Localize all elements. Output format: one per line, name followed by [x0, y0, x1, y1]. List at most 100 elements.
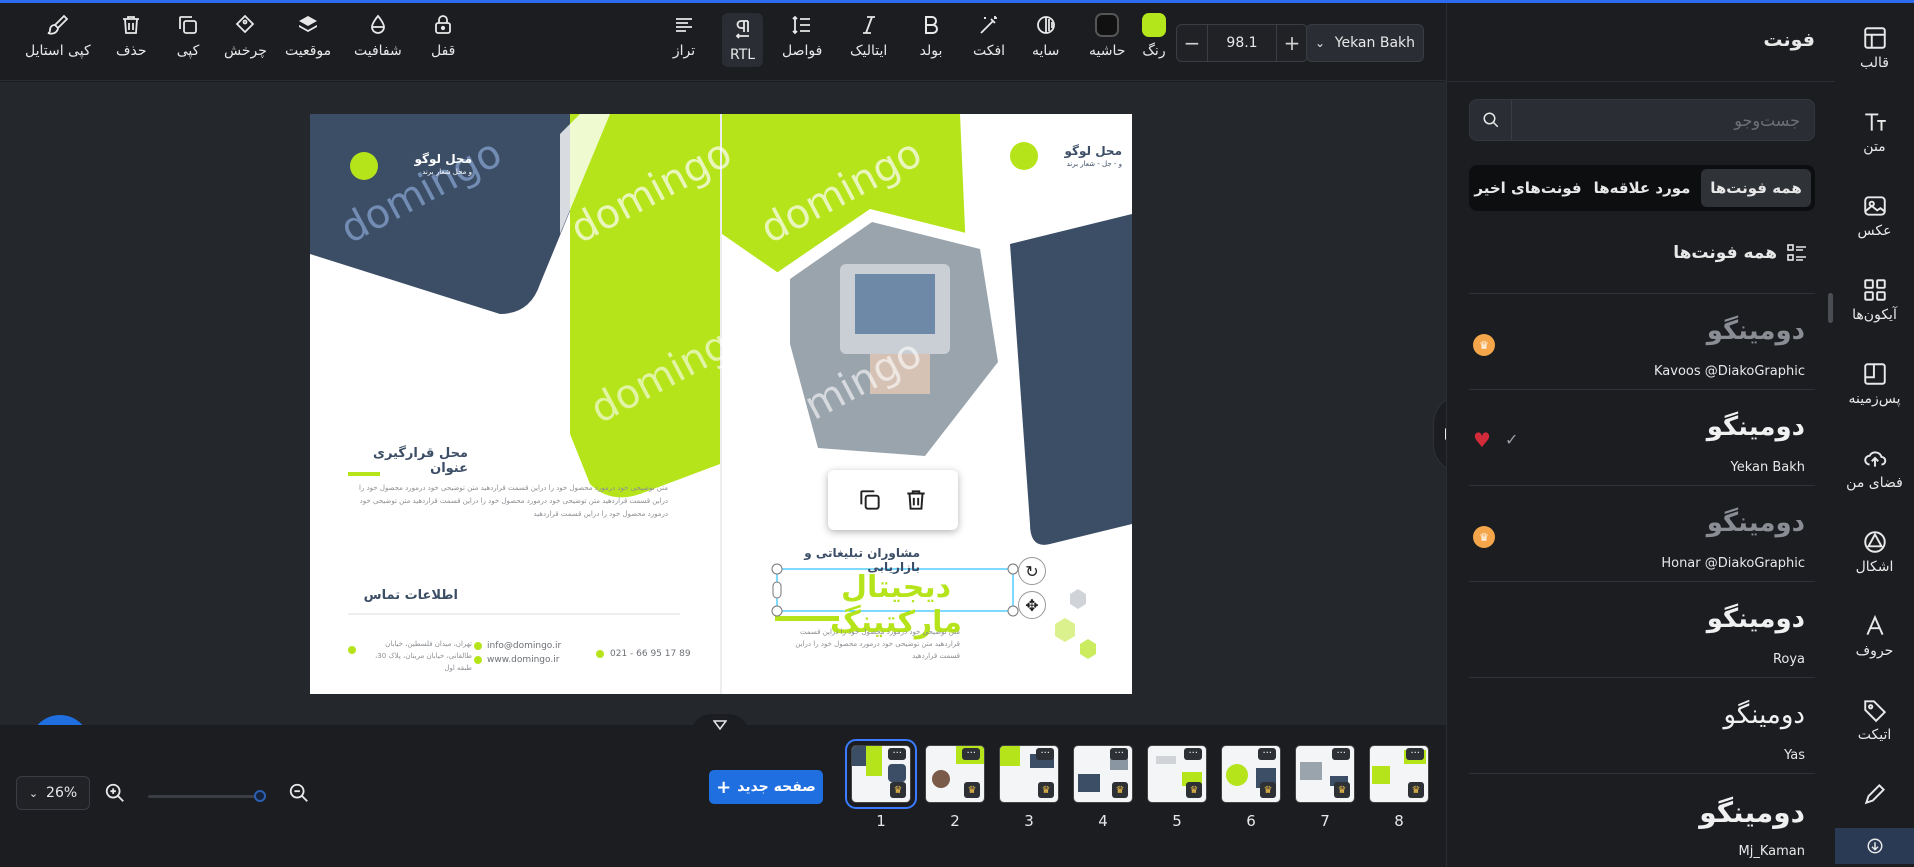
page-thumbnail[interactable]: ··· ♛ [845, 739, 917, 809]
crown-icon: ♛ [1260, 782, 1276, 798]
rail-item-image[interactable]: عکس [1835, 193, 1914, 239]
page-menu-icon[interactable]: ··· [1110, 748, 1128, 760]
delete-button[interactable]: حذف [116, 13, 147, 59]
font-list-item[interactable]: دومینگو Yas [1469, 677, 1815, 773]
page-thumbnail[interactable]: ··· ♛ [1073, 745, 1133, 803]
page-thumbnail[interactable]: ··· ♛ [1221, 745, 1281, 803]
font-family-value: Yekan Bakh [1334, 35, 1415, 51]
rail-item-draw[interactable] [1835, 781, 1914, 807]
text-color-swatch [1142, 13, 1166, 37]
page-menu-icon[interactable]: ··· [1036, 748, 1054, 760]
scroll-down-button[interactable] [1835, 828, 1914, 864]
font-family-select[interactable]: ⌄ Yekan Bakh [1306, 24, 1424, 62]
move-handle-icon[interactable]: ✥ [1018, 591, 1046, 619]
crown-icon: ♛ [1473, 334, 1495, 356]
rail-item-sticker[interactable]: اتیکت [1835, 697, 1914, 743]
rail-item-shapes[interactable]: اشکال [1835, 529, 1914, 575]
page-menu-icon[interactable]: ··· [1258, 748, 1276, 760]
font-size-input[interactable]: 98.1 [1207, 25, 1277, 61]
border-label: حاشیه [1089, 43, 1126, 59]
position-button[interactable]: موقعیت [285, 13, 331, 59]
align-button[interactable]: تراز [672, 13, 696, 59]
new-page-button[interactable]: + صفحه جدید [709, 770, 823, 804]
font-size-control: − 98.1 + [1176, 24, 1308, 62]
text-icon [1864, 113, 1886, 131]
page-menu-icon[interactable]: ··· [1406, 748, 1424, 760]
opacity-button[interactable]: شفافیت [354, 13, 402, 59]
duplicate-icon[interactable] [857, 487, 883, 513]
expand-pages-button[interactable] [690, 714, 750, 736]
website-text: www.domingo.ir [487, 655, 560, 665]
rail-label: آیکون‌ها [1852, 307, 1897, 323]
lock-button[interactable]: قفل [431, 13, 455, 59]
address-text: تهران، میدان فلسطین، خیابان طالقانی، خیا… [374, 640, 472, 672]
design-page[interactable]: domingo domingo domingo domingo domingo [310, 114, 1132, 694]
chevron-down-icon: ⌄ [1315, 36, 1326, 50]
spacing-icon [792, 15, 811, 35]
zoom-slider-knob[interactable] [254, 790, 266, 802]
page-menu-icon[interactable]: ··· [962, 748, 980, 760]
color-button[interactable]: رنگ [1142, 13, 1166, 59]
spacing-button[interactable]: فواصل [782, 13, 822, 59]
border-button[interactable]: حاشیه [1089, 13, 1125, 59]
page-number: 3 [1024, 812, 1034, 830]
font-search-input[interactable] [1512, 100, 1814, 140]
font-list-item[interactable]: ♛ دومینگو Honar @DiakoGraphic [1469, 485, 1815, 581]
border-color-swatch [1095, 13, 1120, 37]
copy-button[interactable]: کپی [176, 13, 200, 59]
zoom-select[interactable]: ⌄ 26% [16, 776, 90, 810]
rotate-handle-icon[interactable]: ↻ [1018, 557, 1046, 585]
tab-all-fonts[interactable]: همه فونت‌ها [1701, 169, 1811, 207]
rail-item-text[interactable]: متن [1835, 109, 1914, 155]
delete-label: حذف [116, 43, 147, 59]
tab-favorites[interactable]: مورد علاقه‌ها [1587, 169, 1697, 207]
rotate-button[interactable]: چرخش [224, 13, 267, 59]
rail-item-my-space[interactable]: فضای من [1835, 445, 1914, 491]
page-thumbnail[interactable]: ··· ♛ [1295, 745, 1355, 803]
rtl-label: RTL [730, 47, 756, 63]
align-label: تراز [672, 43, 696, 59]
font-name: Roya [1772, 652, 1805, 667]
page-number: 6 [1246, 812, 1256, 830]
font-list-item[interactable]: دومینگو Roya [1469, 581, 1815, 677]
font-list-item[interactable]: ♥ ✓ دومینگو Yekan Bakh [1469, 389, 1815, 485]
rail-item-template[interactable]: قالب [1835, 25, 1914, 71]
increase-size-button[interactable]: + [1277, 31, 1307, 55]
decrease-size-button[interactable]: − [1177, 31, 1207, 55]
page-menu-icon[interactable]: ··· [1184, 748, 1202, 760]
zoom-slider[interactable] [148, 790, 266, 802]
zoom-out-icon[interactable] [288, 782, 310, 804]
tab-recent-fonts[interactable]: فونت‌های اخیر [1473, 169, 1583, 207]
rtl-button[interactable]: RTL [722, 13, 764, 67]
font-list-item[interactable]: دومینگو Mj_Kaman [1469, 773, 1815, 867]
section-title-label: همه فونت‌ها [1673, 243, 1777, 263]
heart-icon[interactable]: ♥ [1473, 428, 1491, 452]
rail-item-letters[interactable]: حروف [1835, 613, 1914, 659]
page-number: 5 [1172, 812, 1182, 830]
crown-icon: ♛ [890, 782, 906, 798]
bold-button[interactable]: بولد [919, 13, 943, 59]
rail-item-background[interactable]: پس‌زمینه [1835, 361, 1914, 407]
italic-button[interactable]: ایتالیک [850, 13, 887, 59]
email-text: info@domingo.ir [487, 641, 562, 651]
font-list-item[interactable]: ♛ دومینگو Kavoos @DiakoGraphic [1469, 293, 1815, 389]
page-menu-icon[interactable]: ··· [1332, 748, 1350, 760]
page-thumbnail[interactable]: ··· ♛ [1147, 745, 1207, 803]
new-page-label: صفحه جدید [737, 779, 816, 795]
page-menu-icon[interactable]: ··· [888, 748, 906, 760]
panel-scrollbar[interactable] [1828, 293, 1833, 323]
zoom-in-icon[interactable] [104, 782, 126, 804]
effect-button[interactable]: افکت [973, 13, 1005, 59]
search-icon[interactable] [1470, 99, 1512, 141]
page-thumbnail[interactable]: ··· ♛ [925, 745, 985, 803]
bold-label: بولد [919, 43, 943, 59]
copy-style-button[interactable]: کپی استایل [25, 13, 91, 59]
page-thumbnail[interactable]: ··· ♛ [999, 745, 1059, 803]
delete-element-icon[interactable] [903, 487, 929, 513]
page-number: 2 [950, 812, 960, 830]
list-icon [1787, 244, 1806, 261]
page-thumbnail[interactable]: ··· ♛ [1369, 745, 1429, 803]
rail-item-icons[interactable]: آیکون‌ها [1835, 277, 1914, 323]
page-number: 1 [876, 812, 886, 830]
shadow-button[interactable]: سایه [1032, 13, 1059, 59]
